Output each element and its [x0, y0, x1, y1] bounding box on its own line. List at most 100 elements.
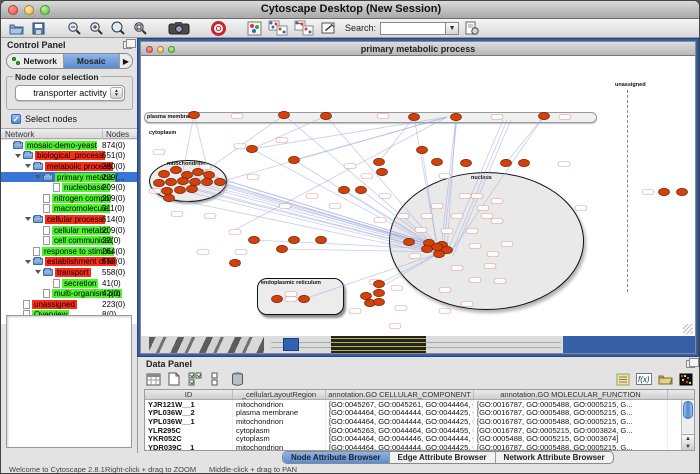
unselect-attributes-icon[interactable] [207, 371, 225, 388]
network-node[interactable] [154, 179, 165, 186]
network-node[interactable] [404, 238, 415, 245]
node-color-select[interactable]: transporter activity ▲▼ [15, 85, 125, 101]
network-node[interactable] [190, 178, 201, 185]
network-edge[interactable] [252, 116, 326, 149]
network-edge[interactable] [183, 115, 194, 171]
network-node[interactable] [461, 159, 472, 166]
network-node[interactable] [356, 186, 367, 193]
network-node[interactable] [204, 171, 215, 178]
attribute-table-header[interactable]: ID _cellularLayoutRegion annotation.GO C… [145, 390, 694, 400]
vizmapper-icon[interactable] [245, 20, 263, 37]
function-builder-icon[interactable]: f(x) [635, 371, 653, 388]
network-node[interactable] [659, 188, 670, 195]
tree-row[interactable]: nitrogen compo209(0) [1, 193, 138, 204]
network-node[interactable] [289, 236, 300, 243]
tree-row[interactable]: cellular metabo209(0) [1, 225, 138, 236]
tree-row[interactable]: nucleobase-209(0) [1, 182, 138, 193]
zoom-in-icon[interactable] [87, 20, 105, 37]
tree-row[interactable]: response to stimulu264(0) [1, 246, 138, 257]
disclosure-triangle-icon[interactable] [35, 175, 41, 179]
network-view-titlebar[interactable]: primary metabolic process [140, 41, 696, 56]
help-icon[interactable] [209, 20, 227, 37]
network-node[interactable] [215, 178, 226, 185]
tab-network-attribute-browser[interactable]: Network Attribute Browser [496, 452, 613, 463]
network-node[interactable] [409, 113, 420, 120]
new-attribute-icon[interactable] [165, 371, 183, 388]
network-edge[interactable] [506, 116, 544, 163]
network-node[interactable] [162, 187, 173, 194]
network-node[interactable] [374, 158, 385, 165]
zoom-out-icon[interactable] [65, 20, 83, 37]
network-node[interactable] [321, 112, 332, 119]
network-edge[interactable] [379, 117, 414, 162]
tree-row[interactable]: mosaic-demo-yeast874(0) [1, 140, 138, 151]
network-node[interactable] [247, 145, 258, 152]
network-node[interactable] [249, 236, 260, 243]
tree-row[interactable]: macromolecule311(0) [1, 204, 138, 215]
new-network-selected-nodes-icon[interactable] [267, 20, 289, 37]
network-node[interactable] [434, 250, 445, 257]
tree-header[interactable]: Network Nodes [1, 128, 138, 139]
matrix-icon[interactable] [677, 371, 695, 388]
disclosure-triangle-icon[interactable] [15, 154, 21, 158]
tree-row[interactable]: establishment of lo558(0) [1, 257, 138, 268]
network-node[interactable] [374, 289, 385, 296]
search-dropdown-arrow[interactable]: ▼ [446, 22, 459, 35]
attribute-table-icon[interactable] [144, 371, 162, 388]
open-folder-icon[interactable] [7, 20, 25, 37]
tab-mosaic[interactable]: Mosaic [64, 54, 121, 68]
tree-row[interactable]: primary metabo209(... [1, 172, 138, 183]
network-node[interactable] [171, 166, 182, 173]
scrollbar-thumb[interactable] [683, 401, 693, 419]
select-attributes-icon[interactable] [186, 371, 204, 388]
network-node[interactable] [289, 156, 300, 163]
network-edge[interactable] [294, 160, 433, 246]
network-node[interactable] [193, 168, 204, 175]
network-node[interactable] [374, 280, 385, 287]
network-node[interactable] [175, 186, 186, 193]
select-nodes-checkbox[interactable]: ✓ [11, 114, 21, 124]
network-node[interactable] [539, 112, 550, 119]
disclosure-triangle-icon[interactable] [25, 164, 31, 168]
network-node[interactable] [279, 111, 290, 118]
table-row[interactable]: YLR295Ccytoplasm[GO:0045263, GO:0044464,… [145, 426, 694, 435]
network-edge[interactable] [304, 254, 437, 299]
scrollbar-arrows[interactable]: ▲▼ [682, 434, 694, 450]
network-edge[interactable] [451, 120, 507, 254]
zoom-fit-icon[interactable] [131, 20, 149, 37]
network-node[interactable] [501, 159, 512, 166]
network-node[interactable] [272, 295, 283, 302]
network-node[interactable] [519, 159, 530, 166]
advanced-search-icon[interactable] [463, 20, 481, 37]
network-node[interactable] [417, 146, 428, 153]
network-node[interactable] [159, 170, 170, 177]
notes-icon[interactable] [614, 371, 632, 388]
zoom-selected-icon[interactable] [109, 20, 127, 37]
network-node[interactable] [361, 292, 372, 299]
tabs-overflow-arrow[interactable]: ▶ [120, 54, 132, 68]
network-node[interactable] [374, 298, 385, 305]
import-attributes-icon[interactable] [656, 371, 674, 388]
search-input[interactable] [380, 22, 446, 35]
tree-row[interactable]: unassigned223(0) [1, 299, 138, 310]
network-node[interactable] [166, 178, 177, 185]
title-bar[interactable]: Cytoscape Desktop (New Session) [1, 1, 700, 19]
table-row[interactable]: YPL036W__1mitochondrion[GO:0044464, GO:0… [145, 417, 694, 426]
network-node[interactable] [164, 194, 175, 201]
network-edge[interactable] [451, 116, 544, 252]
new-network-selected-edges-icon[interactable] [293, 20, 315, 37]
network-node[interactable] [230, 259, 241, 266]
birdseye-view[interactable] [6, 315, 132, 448]
network-edge[interactable] [414, 117, 437, 246]
disclosure-triangle-icon[interactable] [35, 270, 41, 274]
network-node[interactable] [339, 186, 350, 193]
attribute-table[interactable]: ID _cellularLayoutRegion annotation.GO C… [144, 389, 695, 451]
network-edge[interactable] [453, 120, 511, 256]
table-row[interactable]: YKR052Ccytoplasm[GO:0044464, GO:0044446,… [145, 434, 694, 443]
save-icon[interactable] [29, 20, 47, 37]
tree-row[interactable]: biological_process651(0) [1, 151, 138, 162]
tree-row[interactable]: cell communicat22(0) [1, 235, 138, 246]
tree-row[interactable]: metabolic process280(0) [1, 161, 138, 172]
tab-network[interactable]: Network [7, 54, 64, 68]
table-scrollbar[interactable]: ▲▼ [681, 400, 694, 450]
